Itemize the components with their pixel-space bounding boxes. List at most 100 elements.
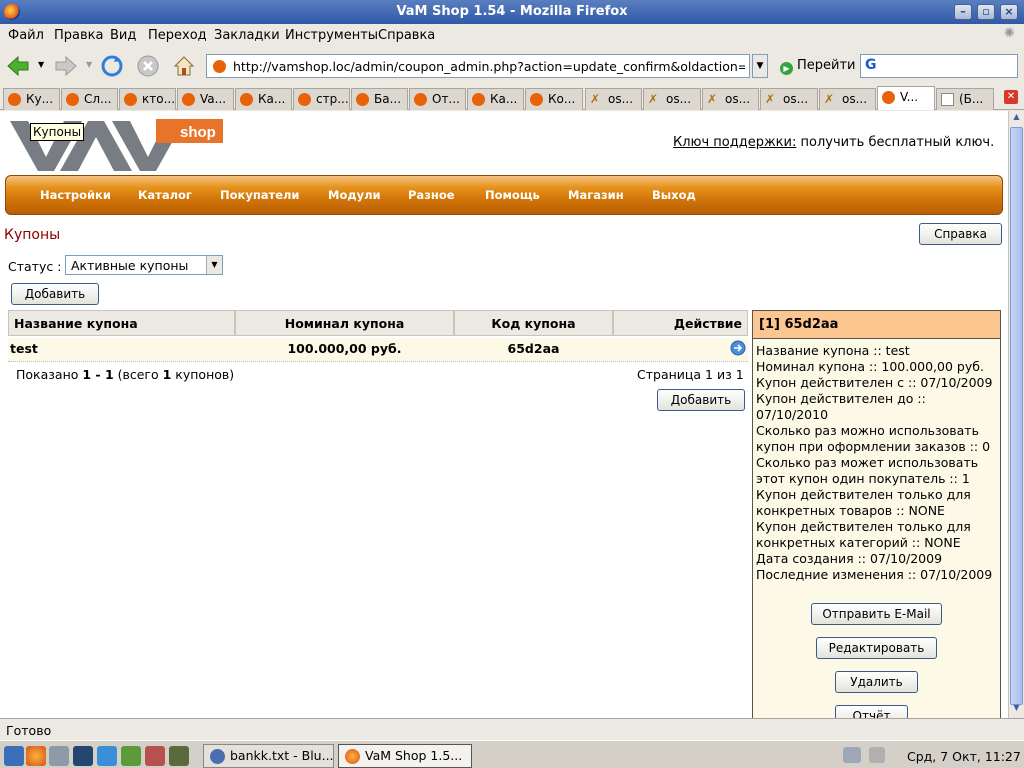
search-box[interactable]: G bbox=[860, 54, 1018, 78]
home-icon[interactable] bbox=[172, 54, 196, 78]
network-icon[interactable] bbox=[843, 747, 861, 763]
menu-tools[interactable]: Инструменты bbox=[285, 28, 378, 43]
stop-icon[interactable] bbox=[136, 54, 160, 78]
back-history-icon[interactable]: ▼ bbox=[38, 60, 44, 69]
nav-logout[interactable]: Выход bbox=[652, 188, 696, 202]
calculator-icon[interactable] bbox=[145, 746, 165, 766]
go-arrow-icon: ▶ bbox=[780, 62, 793, 75]
terminal-icon[interactable] bbox=[73, 746, 93, 766]
menu-view[interactable]: Вид bbox=[110, 28, 136, 43]
text-editor-icon bbox=[210, 749, 225, 764]
browser-tab[interactable]: От... bbox=[409, 88, 466, 110]
scrollbar-thumb[interactable] bbox=[1010, 127, 1023, 705]
info-arrow-icon[interactable] bbox=[730, 340, 746, 356]
maximize-button[interactable]: ▫ bbox=[977, 4, 995, 20]
edit-button[interactable]: Редактировать bbox=[816, 637, 937, 659]
site-favicon bbox=[213, 60, 226, 73]
scroll-up-icon[interactable]: ▲ bbox=[1010, 112, 1023, 126]
settings-tool-icon[interactable] bbox=[169, 746, 189, 766]
delete-button[interactable]: Удалить bbox=[835, 671, 918, 693]
task-label: bankk.txt - Blu... bbox=[230, 748, 334, 763]
vertical-scrollbar[interactable]: ▲ ▼ bbox=[1008, 111, 1024, 718]
browser-tab[interactable]: Ко... bbox=[525, 88, 583, 110]
browser-tab[interactable]: Va... bbox=[177, 88, 234, 110]
browser-tab[interactable]: Ка... bbox=[235, 88, 292, 110]
tooltip: Купоны bbox=[30, 123, 85, 141]
reload-icon[interactable] bbox=[100, 54, 124, 78]
back-arrow-icon[interactable] bbox=[6, 54, 30, 78]
column-header-amount[interactable]: Номинал купона bbox=[235, 310, 454, 336]
book-icon[interactable] bbox=[121, 746, 141, 766]
task-bankk-txt[interactable]: bankk.txt - Blu... bbox=[203, 744, 334, 768]
browser-tab[interactable]: Ку... bbox=[3, 88, 60, 110]
nav-misc[interactable]: Разное bbox=[408, 188, 455, 202]
browser-tab[interactable]: ✗ os... bbox=[643, 88, 701, 110]
nav-customers[interactable]: Покупатели bbox=[220, 188, 299, 202]
menu-help[interactable]: Справка bbox=[378, 28, 435, 43]
nav-settings[interactable]: Настройки bbox=[40, 188, 111, 202]
tab-label: os... bbox=[725, 92, 751, 106]
browser-tab[interactable]: Ка... bbox=[467, 88, 524, 110]
nav-shop[interactable]: Магазин bbox=[568, 188, 624, 202]
nav-help[interactable]: Помощь bbox=[485, 188, 540, 202]
browser-tab[interactable]: ✗ os... bbox=[760, 88, 818, 110]
help-button[interactable]: Справка bbox=[919, 223, 1002, 245]
url-history-dropdown[interactable]: ▼ bbox=[752, 54, 768, 78]
tab-label: стр... bbox=[316, 92, 349, 106]
browser-tab[interactable]: V... bbox=[877, 86, 935, 110]
panel-line: Сколько раз может использовать этот купо… bbox=[756, 455, 979, 486]
forward-arrow-icon[interactable] bbox=[54, 54, 78, 78]
menu-edit[interactable]: Правка bbox=[54, 28, 103, 43]
url-bar[interactable]: http://vamshop.loc/admin/coupon_admin.ph… bbox=[206, 54, 750, 78]
status-select-value: Активные купоны bbox=[71, 258, 189, 273]
browser-tab[interactable]: кто... bbox=[119, 88, 176, 110]
vamshop-icon bbox=[240, 93, 253, 106]
status-select[interactable]: Активные купоны ▼ bbox=[65, 255, 223, 275]
file-manager-icon[interactable] bbox=[49, 746, 69, 766]
url-text[interactable]: http://vamshop.loc/admin/coupon_admin.ph… bbox=[233, 59, 745, 74]
chat-icon[interactable] bbox=[97, 746, 117, 766]
column-header-code[interactable]: Код купона bbox=[454, 310, 613, 336]
start-menu-icon[interactable] bbox=[4, 746, 24, 766]
coupon-info-panel: [1] 65d2aa Название купона :: test Номин… bbox=[752, 310, 1001, 718]
clock[interactable]: Срд, 7 Окт, 11:27 bbox=[907, 749, 1021, 764]
throbber-icon: ✺ bbox=[1004, 26, 1015, 41]
vamshop-icon bbox=[356, 93, 369, 106]
nav-catalog[interactable]: Каталог bbox=[138, 188, 192, 202]
pagination-pages: Страница 1 из 1 bbox=[637, 367, 744, 382]
minimize-button[interactable]: – bbox=[954, 4, 972, 20]
vamshop-icon bbox=[124, 93, 137, 106]
admin-nav-bar: Настройки Каталог Покупатели Модули Разн… bbox=[5, 175, 1003, 215]
add-coupon-button[interactable]: Добавить bbox=[11, 283, 99, 305]
oscommerce-icon: ✗ bbox=[707, 92, 718, 106]
report-button[interactable]: Отчёт bbox=[835, 705, 908, 718]
send-email-button[interactable]: Отправить E-Mail bbox=[811, 603, 942, 625]
browser-tab[interactable]: Сл... bbox=[61, 88, 118, 110]
pagination-info: Показано 1 - 1 (всего 1 купонов) bbox=[16, 367, 234, 382]
status-text: Готово bbox=[6, 723, 52, 738]
browser-tab[interactable]: ✗ os... bbox=[585, 88, 642, 110]
forward-history-icon[interactable]: ▼ bbox=[86, 60, 92, 69]
close-tab-icon[interactable]: ✕ bbox=[1004, 90, 1018, 104]
close-button[interactable]: × bbox=[1000, 4, 1018, 20]
task-vamshop-firefox[interactable]: VaM Shop 1.5... bbox=[338, 744, 472, 768]
browser-tab[interactable]: ✗ os... bbox=[702, 88, 759, 110]
volume-icon[interactable] bbox=[869, 747, 885, 763]
menu-bookmarks[interactable]: Закладки bbox=[214, 28, 280, 43]
add-coupon-button-bottom[interactable]: Добавить bbox=[657, 389, 745, 411]
scroll-down-icon[interactable]: ▼ bbox=[1010, 703, 1023, 717]
browser-tab[interactable]: стр... bbox=[293, 88, 350, 110]
browser-tab[interactable]: ✗ os... bbox=[819, 88, 876, 110]
browser-tab[interactable]: Ба... bbox=[351, 88, 408, 110]
page-content: shop Купоны Ключ поддержки: получить бес… bbox=[0, 111, 1008, 718]
panel-line: Последние изменения :: 07/10/2009 bbox=[756, 567, 993, 582]
column-header-name[interactable]: Название купона bbox=[8, 310, 235, 336]
nav-modules[interactable]: Модули bbox=[328, 188, 381, 202]
menu-file[interactable]: Файл bbox=[8, 28, 44, 43]
browser-tab[interactable]: (Б... bbox=[936, 88, 994, 110]
menu-go[interactable]: Переход bbox=[148, 28, 207, 43]
firefox-launcher-icon[interactable] bbox=[26, 746, 46, 766]
go-button[interactable]: ▶ Перейти bbox=[780, 58, 856, 75]
panel-body: Название купона :: test Номинал купона :… bbox=[753, 339, 1000, 583]
support-key-link[interactable]: Ключ поддержки: bbox=[673, 135, 796, 150]
